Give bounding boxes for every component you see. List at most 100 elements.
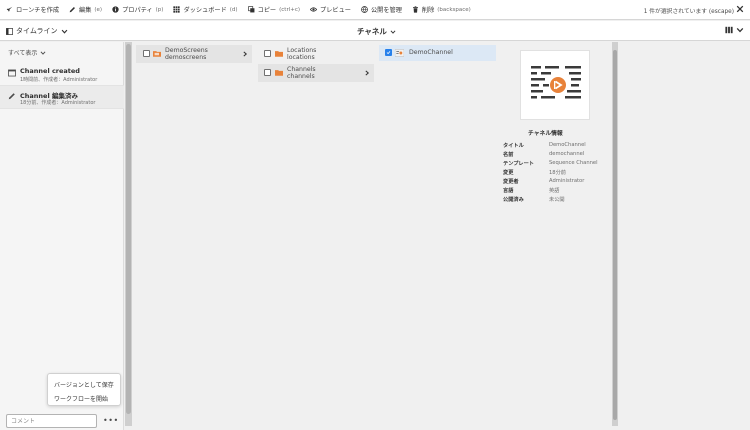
- sequence-channel-thumbnail-icon: [531, 66, 581, 99]
- comment-input[interactable]: [6, 414, 97, 428]
- copy-button[interactable]: コピー (ctrl+c): [247, 5, 301, 14]
- globe-icon: [361, 6, 368, 13]
- metadata-value: 英語: [549, 188, 560, 194]
- trash-icon: [412, 6, 418, 13]
- create-launch-button[interactable]: ローンチを作成: [6, 5, 59, 14]
- column-item-name: locations: [287, 54, 315, 61]
- edit-label: 編集: [79, 7, 92, 14]
- create-launch-label: ローンチを作成: [16, 7, 60, 14]
- metadata-row: 公開済み 未公開: [503, 196, 613, 205]
- chevron-down-icon: [40, 50, 46, 55]
- chevron-down-icon: [390, 29, 396, 34]
- info-icon: [112, 6, 119, 13]
- metadata-row: タイトル DemoChannel: [503, 142, 613, 151]
- main-scrollbar[interactable]: [612, 42, 618, 426]
- column-item-title: DemoChannel: [409, 49, 453, 56]
- manage-publication-label: 公開を管理: [370, 7, 402, 14]
- column-item-title: DemoScreens: [165, 47, 208, 54]
- copy-icon: [247, 6, 255, 13]
- start-workflow-menu-item[interactable]: ワークフローを開始: [54, 394, 108, 403]
- metadata-row: 名前 demochannel: [503, 151, 613, 160]
- page-title: チャネル: [357, 27, 387, 36]
- metadata-value: 18分前: [549, 170, 566, 176]
- metadata-row: 変更 18分前: [503, 169, 613, 178]
- folder-icon: [275, 51, 283, 57]
- metadata-key: 変更者: [503, 179, 519, 185]
- folder-icon: [275, 70, 283, 76]
- column-item-demochannel[interactable]: DemoChannel: [379, 45, 496, 61]
- chevron-down-icon: [61, 29, 67, 34]
- timeline-item-title: Channel created: [20, 67, 80, 75]
- column-item-title: Channels: [287, 66, 316, 73]
- details-heading: チャネル情報: [528, 131, 563, 137]
- timeline-actions-menu: バージョンとして保存 ワークフローを開始: [47, 373, 121, 406]
- checkbox-checked-icon[interactable]: [385, 49, 392, 56]
- column-view-icon: [725, 26, 733, 34]
- channel-icon: [8, 69, 16, 77]
- metadata-key: タイトル: [503, 143, 524, 149]
- header-bar: タイムライン チャネル: [0, 21, 750, 41]
- grid-icon: [173, 6, 181, 13]
- rail-icon: [6, 27, 13, 35]
- dashboard-label: ダッシュボード: [183, 7, 227, 14]
- delete-label: 削除: [421, 7, 435, 14]
- column-item-name: demoscreens: [165, 54, 207, 61]
- timeline-filter-label: すべて表示: [8, 50, 38, 57]
- chevron-right-icon: [365, 70, 370, 76]
- eye-icon: [310, 7, 318, 12]
- timeline-rail: すべて表示 Channel created 1時間前、作成者：Administr…: [0, 42, 124, 430]
- item-checkbox[interactable]: [264, 69, 271, 76]
- timeline-item-meta: 1時間前、作成者：Administrator: [20, 77, 98, 83]
- column-item-name: channels: [287, 73, 315, 80]
- metadata-value: Sequence Channel: [549, 160, 598, 166]
- rail-toggle-button[interactable]: タイムライン: [6, 26, 71, 36]
- metadata-value: demochannel: [549, 151, 585, 157]
- folder-icon: [153, 51, 161, 57]
- more-options-button[interactable]: •••: [103, 416, 119, 425]
- item-checkbox[interactable]: [264, 50, 271, 57]
- timeline-item[interactable]: Channel created 1時間前、作成者：Administrator: [0, 63, 124, 86]
- metadata-key: 変更: [503, 170, 514, 176]
- metadata-row: 言語 英語: [503, 187, 613, 196]
- item-checkbox[interactable]: [143, 50, 150, 57]
- selection-info: 1 件が選択されています (escape): [643, 9, 734, 15]
- rail-toggle-label: タイムライン: [16, 27, 58, 35]
- column-item-title: Locations: [287, 47, 317, 54]
- metadata-value: DemoChannel: [549, 142, 586, 148]
- rail-scrollbar-thumb[interactable]: [126, 44, 131, 414]
- channel-thumbnail-icon: [395, 49, 404, 57]
- pencil-icon: [69, 7, 75, 13]
- metadata-value: Administrator: [549, 178, 585, 184]
- timeline-item[interactable]: Channel 編集済み 18分前、作成者：Administrator: [0, 86, 124, 109]
- properties-shortcut: (p): [155, 6, 164, 13]
- copy-shortcut: (ctrl+c): [279, 6, 301, 13]
- chevron-right-icon: [243, 51, 248, 57]
- preview-button[interactable]: プレビュー: [310, 5, 351, 14]
- channel-thumbnail: [520, 50, 590, 120]
- edit-button[interactable]: 編集 (e): [69, 5, 102, 14]
- dashboard-button[interactable]: ダッシュボード (d): [173, 5, 238, 14]
- column-item-demoscreens[interactable]: DemoScreens demoscreens: [136, 45, 252, 63]
- view-switcher-button[interactable]: [725, 26, 744, 34]
- preview-label: プレビュー: [320, 7, 351, 14]
- page-title-dropdown[interactable]: チャネル: [357, 26, 396, 37]
- metadata-value: 未公開: [549, 197, 565, 203]
- pencil-icon: [8, 93, 15, 100]
- properties-label: プロパティ: [122, 7, 153, 14]
- manage-publication-button[interactable]: 公開を管理: [361, 5, 402, 14]
- metadata-key: テンプレート: [503, 161, 534, 167]
- column-item-locations[interactable]: Locations locations: [258, 45, 374, 63]
- delete-button[interactable]: 削除 (backspace): [412, 5, 471, 14]
- action-bar: ローンチを作成 編集 (e) プロパティ (p) ダッシュボード (d) コピー…: [0, 0, 750, 20]
- timeline-item-meta: 18分前、作成者：Administrator: [20, 100, 96, 106]
- save-version-menu-item[interactable]: バージョンとして保存: [54, 380, 114, 389]
- main-scrollbar-thumb[interactable]: [613, 50, 617, 420]
- edit-shortcut: (e): [94, 6, 103, 13]
- metadata-key: 名前: [503, 152, 514, 158]
- column-item-channels[interactable]: Channels channels: [258, 64, 374, 82]
- timeline-filter[interactable]: すべて表示: [8, 48, 46, 57]
- rail-scrollbar[interactable]: [125, 42, 132, 426]
- properties-button[interactable]: プロパティ (p): [112, 5, 163, 14]
- close-icon[interactable]: [736, 5, 744, 13]
- metadata-row: テンプレート Sequence Channel: [503, 160, 613, 169]
